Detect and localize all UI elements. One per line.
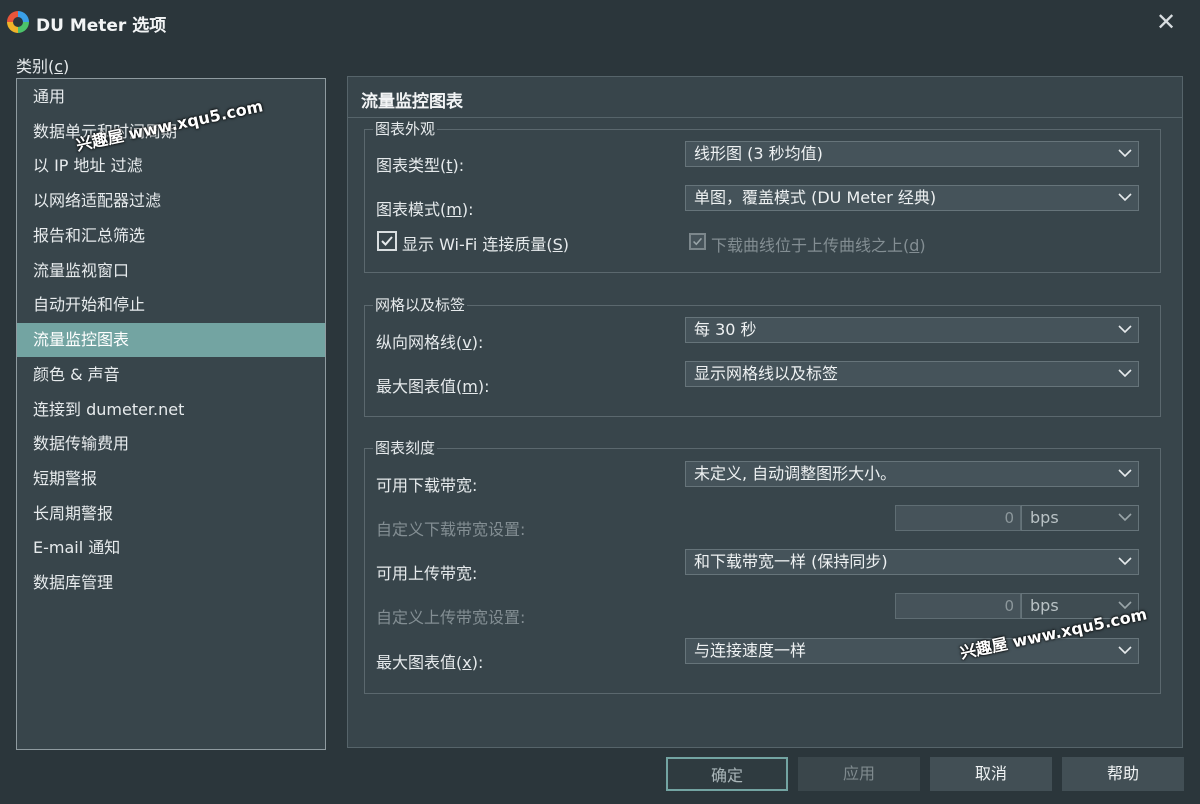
custom-download-unit-select[interactable]: bps xyxy=(1021,505,1139,531)
chart-mode-label: 图表模式(m): xyxy=(376,200,474,219)
chevron-down-icon xyxy=(1118,369,1132,378)
sidebar-item-traffic-chart[interactable]: 流量监控图表 xyxy=(17,323,325,357)
wifi-quality-checkbox[interactable] xyxy=(377,231,397,251)
custom-upload-input[interactable]: 0 xyxy=(895,593,1021,619)
chevron-down-icon xyxy=(1118,513,1132,522)
close-button[interactable]: ✕ xyxy=(1144,6,1188,38)
sidebar-item-email[interactable]: E-mail 通知 xyxy=(17,531,325,565)
download-above-checkbox[interactable] xyxy=(689,233,706,250)
upload-bandwidth-select[interactable]: 和下载带宽一样 (保持同步) xyxy=(685,549,1139,575)
grid-max-value-label: 最大图表值(m): xyxy=(376,377,490,396)
vertical-grid-label: 纵向网格线(v): xyxy=(376,333,484,352)
checkmark-icon xyxy=(381,236,393,246)
sidebar-item-database[interactable]: 数据库管理 xyxy=(17,566,325,600)
sidebar-item-monitor-window[interactable]: 流量监视窗口 xyxy=(17,254,325,288)
chart-mode-select[interactable]: 单图，覆盖模式 (DU Meter 经典) xyxy=(685,185,1139,211)
du-meter-app-icon xyxy=(7,11,29,33)
sidebar-item-transfer-cost[interactable]: 数据传输费用 xyxy=(17,427,325,461)
title-bar: DU Meter 选项 ✕ xyxy=(0,0,1200,44)
appearance-group-title: 图表外观 xyxy=(373,120,438,138)
appearance-group: 图表外观 图表类型(t): 线形图 (3 秒均值) 图表模式(m): 单图，覆盖… xyxy=(364,120,1161,273)
category-label: 类别(c) xyxy=(16,57,70,76)
chevron-down-icon xyxy=(1118,193,1132,202)
sidebar-item-colors-sounds[interactable]: 颜色 & 声音 xyxy=(17,358,325,392)
sidebar-item-report-filter[interactable]: 报告和汇总筛选 xyxy=(17,219,325,253)
category-list[interactable]: 通用 数据单元和时间周期 以 IP 地址 过滤 以网络适配器过滤 报告和汇总筛选… xyxy=(16,78,326,750)
scale-max-value-label: 最大图表值(x): xyxy=(376,653,484,672)
grid-group: 网格以及标签 纵向网格线(v): 每 30 秒 最大图表值(m): 显示网格线以… xyxy=(364,296,1161,417)
grid-group-title: 网格以及标签 xyxy=(373,296,468,314)
chevron-down-icon xyxy=(1118,149,1132,158)
download-bandwidth-label: 可用下载带宽: xyxy=(376,476,478,495)
grid-max-value-select[interactable]: 显示网格线以及标签 xyxy=(685,361,1139,387)
custom-download-label: 自定义下载带宽设置: xyxy=(376,520,526,539)
download-bandwidth-select[interactable]: 未定义, 自动调整图形大小。 xyxy=(685,461,1139,487)
page-title: 流量监控图表 xyxy=(361,92,463,112)
chevron-down-icon xyxy=(1118,325,1132,334)
download-above-label: 下载曲线位于上传曲线之上(d) xyxy=(711,236,926,255)
wifi-quality-label[interactable]: 显示 Wi-Fi 连接质量(S) xyxy=(402,231,569,255)
chevron-down-icon xyxy=(1118,557,1132,566)
chevron-down-icon xyxy=(1118,469,1132,478)
custom-upload-label: 自定义上传带宽设置: xyxy=(376,608,526,627)
chart-type-label: 图表类型(t): xyxy=(376,156,465,175)
apply-button[interactable]: 应用 xyxy=(798,757,920,791)
scale-max-value-select[interactable]: 与连接速度一样 xyxy=(685,638,1139,664)
upload-bandwidth-label: 可用上传带宽: xyxy=(376,564,478,583)
settings-panel: 流量监控图表 图表外观 图表类型(t): 线形图 (3 秒均值) 图表模式(m)… xyxy=(347,76,1183,748)
checkmark-icon xyxy=(693,237,703,246)
sidebar-item-adapter-filter[interactable]: 以网络适配器过滤 xyxy=(17,184,325,218)
sidebar-item-general[interactable]: 通用 xyxy=(17,80,325,114)
title-divider xyxy=(348,117,1182,118)
scale-group-title: 图表刻度 xyxy=(373,439,438,457)
ok-button[interactable]: 确定 xyxy=(666,757,788,791)
sidebar-item-ip-filter[interactable]: 以 IP 地址 过滤 xyxy=(17,149,325,183)
help-button[interactable]: 帮助 xyxy=(1062,757,1184,791)
window-title: DU Meter 选项 xyxy=(36,16,167,36)
chart-type-select[interactable]: 线形图 (3 秒均值) xyxy=(685,141,1139,167)
sidebar-item-short-alerts[interactable]: 短期警报 xyxy=(17,462,325,496)
scale-group: 图表刻度 可用下载带宽: 未定义, 自动调整图形大小。 自定义下载带宽设置: 0… xyxy=(364,439,1161,694)
sidebar-item-dumeter-net[interactable]: 连接到 dumeter.net xyxy=(17,393,325,427)
sidebar-item-long-alerts[interactable]: 长周期警报 xyxy=(17,497,325,531)
vertical-grid-select[interactable]: 每 30 秒 xyxy=(685,317,1139,343)
cancel-button[interactable]: 取消 xyxy=(930,757,1052,791)
custom-download-input[interactable]: 0 xyxy=(895,505,1021,531)
chevron-down-icon xyxy=(1118,646,1132,655)
sidebar-item-auto-start-stop[interactable]: 自动开始和停止 xyxy=(17,288,325,322)
